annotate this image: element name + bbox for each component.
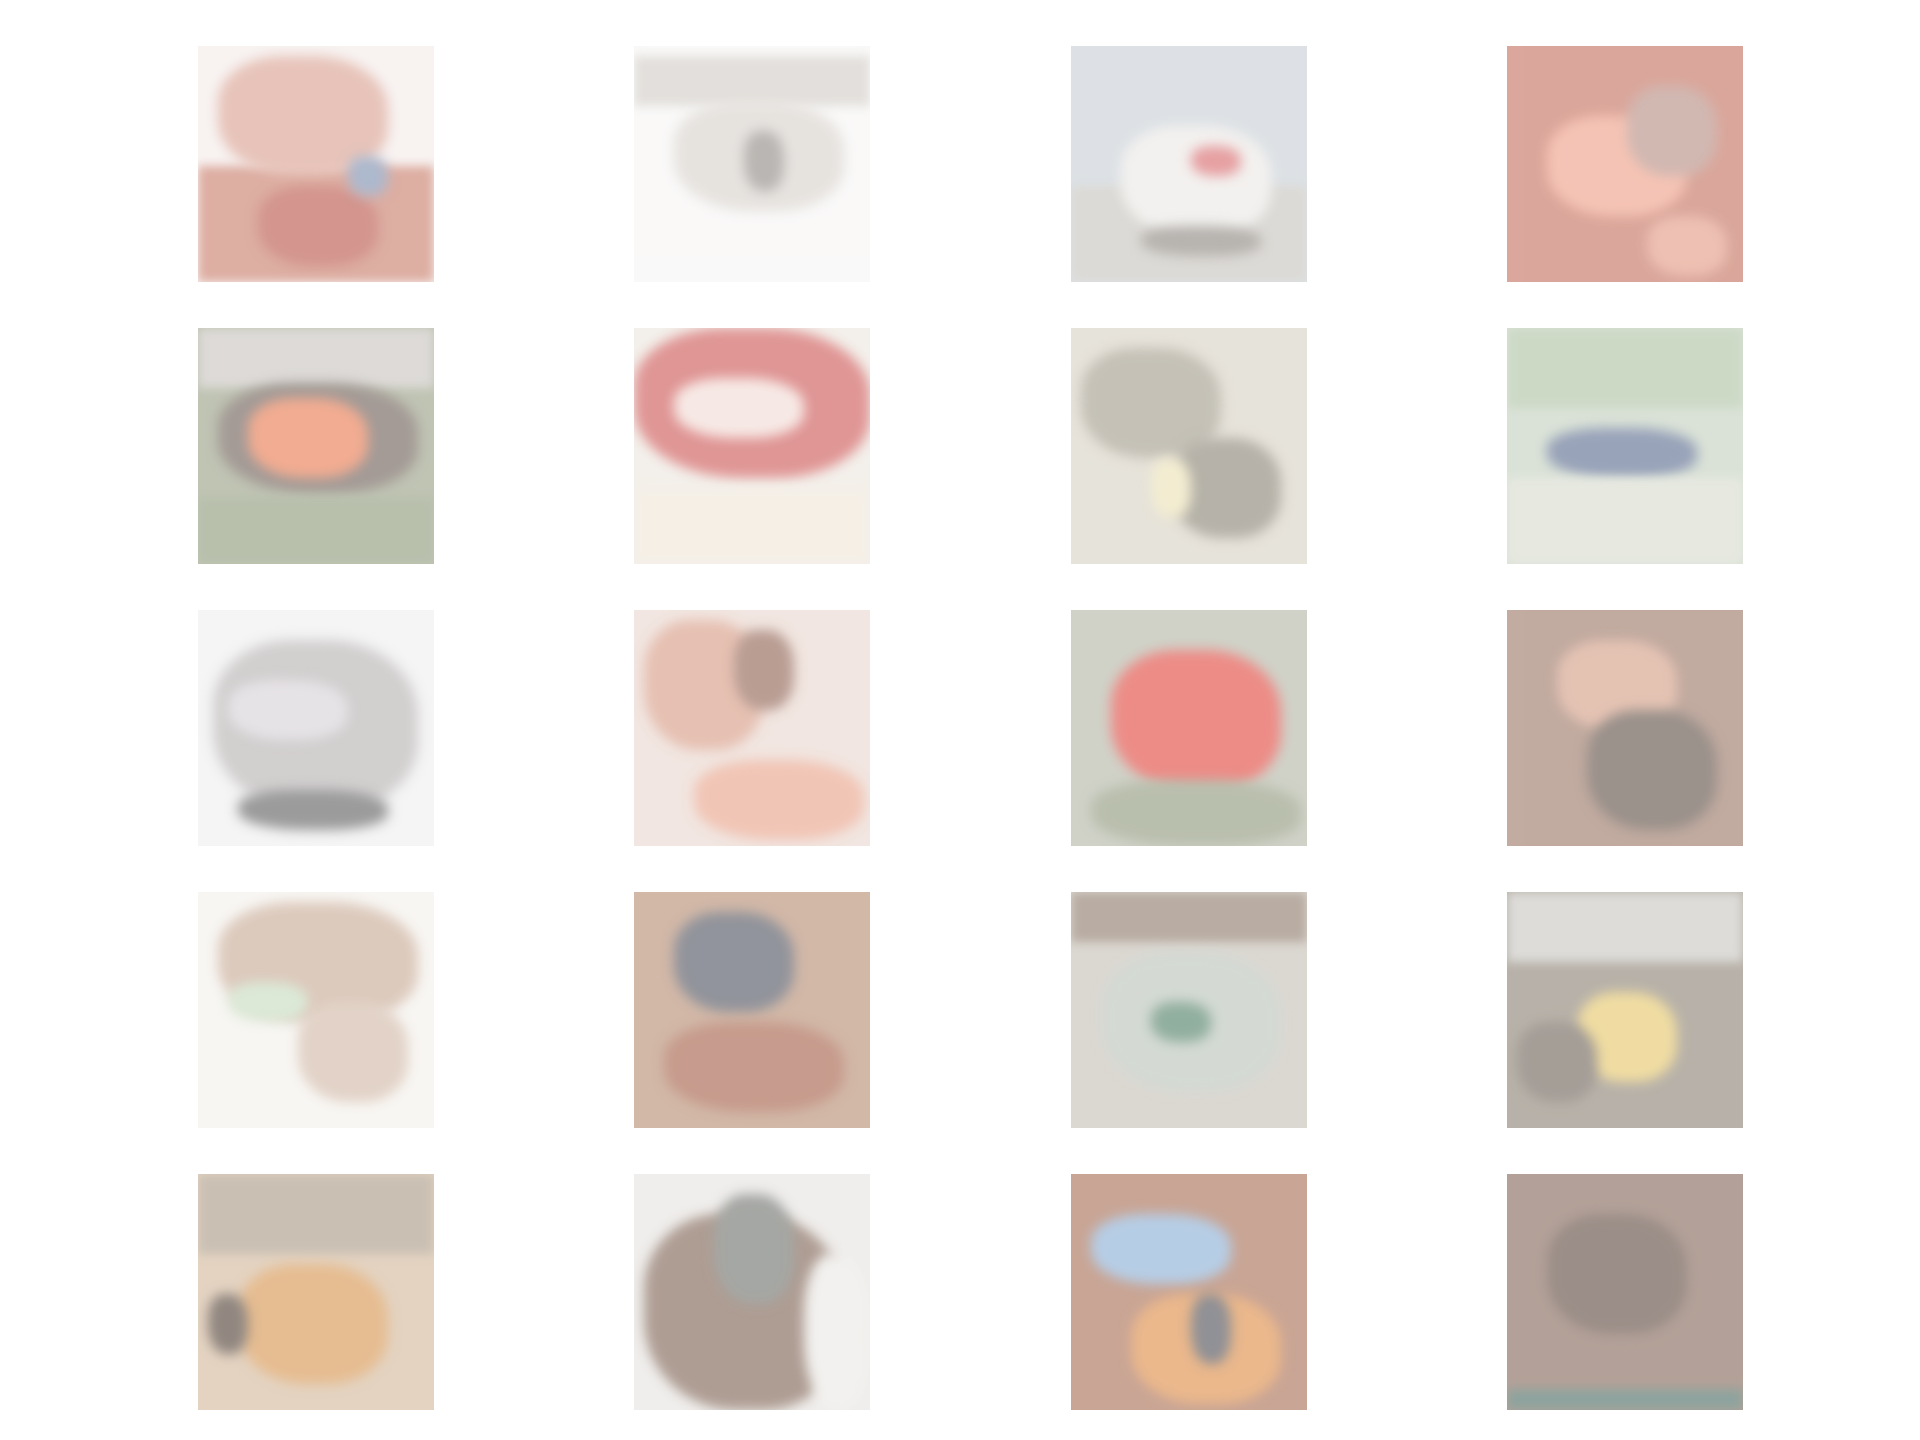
thumbnail-2	[634, 46, 870, 282]
thumbnail-12	[1507, 610, 1743, 846]
thumbnail-13	[198, 892, 434, 1128]
thumbnail-10	[634, 610, 870, 846]
thumbnail-9	[198, 610, 434, 846]
thumbnail-17	[198, 1174, 434, 1410]
thumbnail-5	[198, 328, 434, 564]
thumbnail-14	[634, 892, 870, 1128]
thumbnail-3	[1071, 46, 1307, 282]
thumbnail-19	[1071, 1174, 1307, 1410]
thumbnail-15	[1071, 892, 1307, 1128]
thumbnail-1	[198, 46, 434, 282]
thumbnail-11	[1071, 610, 1307, 846]
thumbnail-20	[1507, 1174, 1743, 1410]
thumbnail-6	[634, 328, 870, 564]
thumbnail-16	[1507, 892, 1743, 1128]
thumbnail-8	[1507, 328, 1743, 564]
image-grid	[0, 0, 1920, 1440]
thumbnail-7	[1071, 328, 1307, 564]
thumbnail-18	[634, 1174, 870, 1410]
thumbnail-4	[1507, 46, 1743, 282]
